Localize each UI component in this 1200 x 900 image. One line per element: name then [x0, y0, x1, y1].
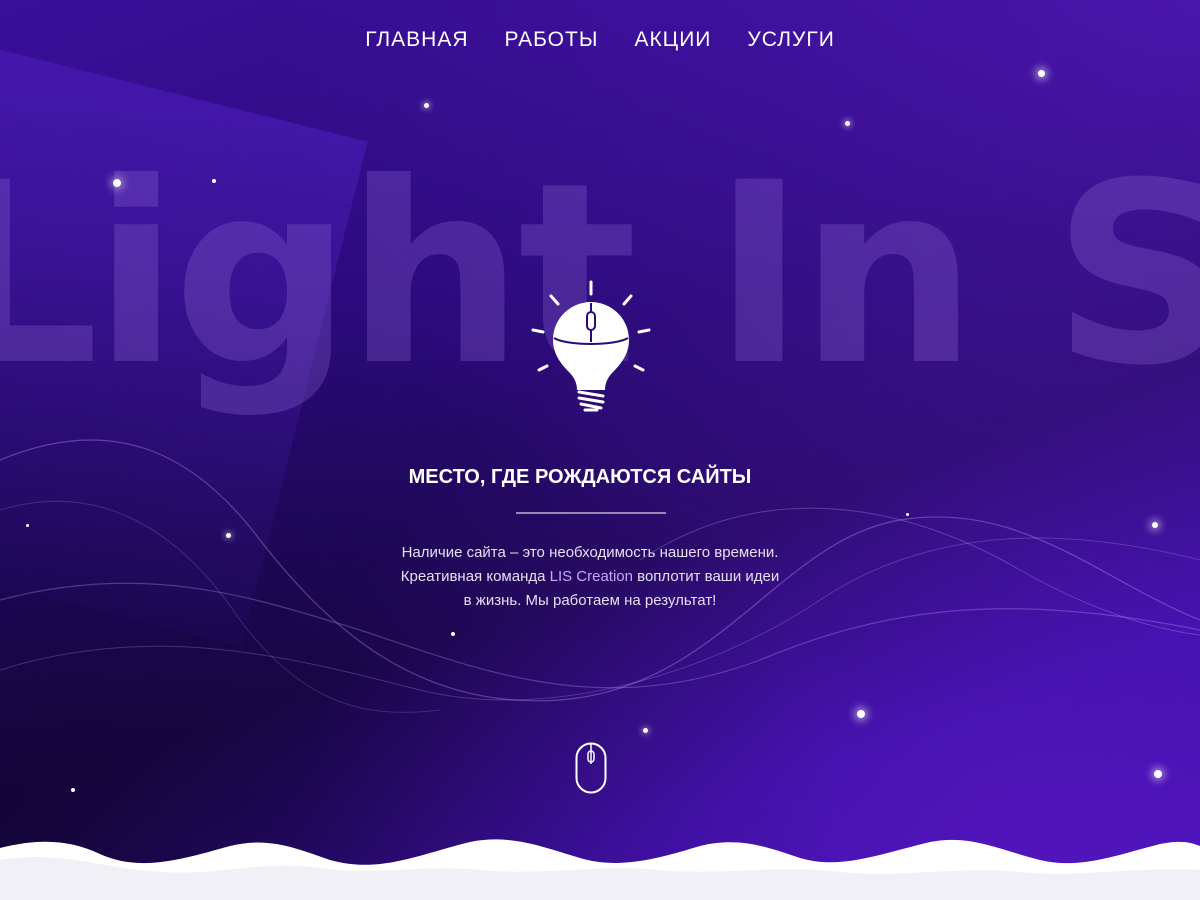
bottom-wave-divider — [0, 839, 1200, 900]
star — [1038, 70, 1045, 77]
star — [1152, 522, 1158, 528]
hero-headline: МЕСТО, ГДЕ РОЖДАЮТСЯ САЙТЫ — [408, 466, 752, 488]
star — [1154, 770, 1162, 778]
star — [857, 710, 865, 718]
star — [424, 103, 429, 108]
lightbulb-icon — [531, 280, 651, 412]
description-line-3: в жизнь. Мы работаем на результат! — [463, 592, 717, 609]
description-line-2: Креативная команда LIS Creation воплотит… — [380, 565, 800, 589]
headline-divider — [516, 512, 666, 514]
star — [906, 513, 909, 516]
nav-item-promotions[interactable]: АКЦИИ — [634, 28, 711, 52]
star — [113, 179, 121, 187]
mouse-scroll-icon[interactable] — [575, 742, 607, 794]
star — [451, 632, 455, 636]
star — [26, 524, 29, 527]
star — [643, 728, 648, 733]
star — [212, 179, 216, 183]
hero-description: Наличие сайта – это необходимость нашего… — [380, 541, 800, 613]
star — [71, 788, 75, 792]
main-nav: ГЛАВНАЯ РАБОТЫ АКЦИИ УСЛУГИ — [0, 28, 1200, 52]
brand-name: LIS Creation — [549, 568, 633, 585]
description-text: Креативная команда — [400, 568, 550, 585]
description-line-1: Наличие сайта – это необходимость нашего… — [401, 544, 779, 561]
star — [226, 533, 231, 538]
star — [845, 121, 850, 126]
nav-item-services[interactable]: УСЛУГИ — [747, 28, 834, 52]
nav-item-works[interactable]: РАБОТЫ — [505, 28, 599, 52]
description-text: воплотит ваши идеи — [633, 568, 780, 585]
nav-item-home[interactable]: ГЛАВНАЯ — [365, 28, 468, 52]
